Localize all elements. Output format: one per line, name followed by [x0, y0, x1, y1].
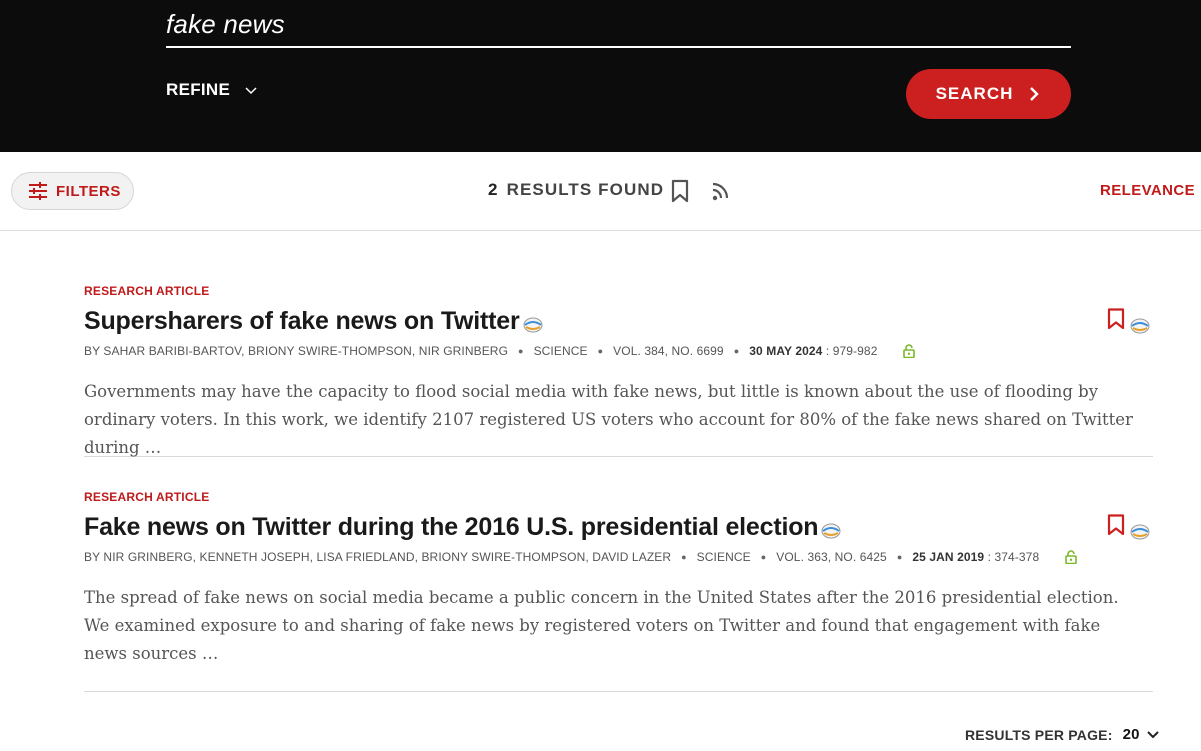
page-range: : 374-378 — [987, 550, 1040, 564]
author[interactable]: BRIONY SWIRE-THOMPSON, — [248, 344, 415, 358]
author[interactable]: DAVID LAZER — [592, 550, 671, 564]
meta-separator: ● — [518, 346, 524, 356]
search-button[interactable]: SEARCH — [906, 69, 1071, 119]
meta-separator: ● — [896, 552, 903, 562]
search-input[interactable]: fake news — [166, 4, 1071, 48]
author[interactable]: NIR GRINBERG — [419, 344, 508, 358]
meta-separator: ● — [760, 552, 767, 562]
meta-separator: ● — [597, 346, 604, 356]
filters-icon — [29, 182, 47, 200]
bookmark-icon[interactable] — [1107, 514, 1125, 536]
chevron-right-icon — [1030, 87, 1040, 101]
results-number: 2 — [488, 180, 499, 199]
results-toolbar: FILTERS 2 RESULTS FOUND RELEVANCE — [0, 152, 1201, 231]
results-per-page: RESULTS PER PAGE: 20 — [965, 726, 1160, 743]
filters-label: FILTERS — [56, 182, 121, 200]
author[interactable]: KENNETH JOSEPH, — [200, 550, 314, 564]
open-access-lock-icon — [903, 344, 916, 358]
article-title[interactable]: Fake news on Twitter during the 2016 U.S… — [84, 513, 1153, 542]
sort-relevance-button[interactable]: RELEVANCE — [1100, 182, 1195, 199]
publication-date: 30 MAY 2024 — [749, 344, 823, 358]
rss-icon[interactable] — [710, 179, 732, 203]
open-access-lock-icon — [1065, 550, 1078, 564]
author[interactable]: BY SAHAR BARIBI-BARTOV, — [84, 344, 245, 358]
author[interactable]: BY NIR GRINBERG, — [84, 550, 196, 564]
article-title-text: Supersharers of fake news on Twitter — [84, 307, 520, 335]
article-abstract: Governments may have the capacity to flo… — [84, 382, 1133, 457]
bookmark-icon[interactable] — [1107, 308, 1125, 330]
altmetric-icon — [523, 317, 543, 332]
meta-separator: ● — [681, 552, 687, 562]
article-abstract: The spread of fake news on social media … — [84, 588, 1119, 663]
chevron-down-icon[interactable] — [1146, 729, 1160, 741]
article-title[interactable]: Supersharers of fake news on Twitter — [84, 307, 1153, 336]
article-meta: BY SAHAR BARIBI-BARTOV, BRIONY SWIRE-THO… — [84, 344, 1153, 358]
bookmark-icon[interactable] — [669, 179, 691, 203]
article-type: RESEARCH ARTICLE — [84, 490, 210, 504]
altmetric-icon — [821, 523, 841, 538]
per-page-label: RESULTS PER PAGE: — [965, 726, 1113, 743]
author[interactable]: LISA FRIEDLAND, — [316, 550, 418, 564]
search-button-label: SEARCH — [935, 84, 1014, 103]
publication-date: 25 JAN 2019 — [912, 550, 985, 564]
meta-separator: ● — [733, 346, 740, 356]
volume: VOL. 363, NO. 6425 — [776, 550, 887, 564]
journal-name: SCIENCE — [533, 344, 588, 358]
article-type: RESEARCH ARTICLE — [84, 284, 210, 298]
results-count: 2 RESULTS FOUND — [488, 180, 664, 200]
author[interactable]: BRIONY SWIRE-THOMPSON, — [421, 550, 588, 564]
result-item: RESEARCH ARTICLE Supersharers of fake ne… — [84, 284, 1153, 457]
chevron-down-icon — [245, 87, 257, 95]
volume: VOL. 384, NO. 6699 — [613, 344, 724, 358]
article-title-text: Fake news on Twitter during the 2016 U.S… — [84, 513, 819, 541]
per-page-select[interactable]: 20 — [1123, 726, 1140, 743]
results-label: RESULTS FOUND — [506, 180, 665, 199]
altmetric-icon[interactable] — [1129, 318, 1151, 334]
article-meta: BY NIR GRINBERG, KENNETH JOSEPH, LISA FR… — [84, 550, 1153, 564]
page-range: : 979-982 — [825, 344, 878, 358]
journal-name: SCIENCE — [696, 550, 751, 564]
search-header: fake news REFINE SEARCH — [0, 0, 1201, 152]
filters-button[interactable]: FILTERS — [11, 172, 134, 210]
refine-toggle[interactable]: REFINE — [166, 78, 258, 102]
altmetric-icon[interactable] — [1129, 524, 1151, 540]
result-item: RESEARCH ARTICLE Fake news on Twitter du… — [84, 490, 1153, 692]
refine-label: REFINE — [166, 80, 231, 99]
